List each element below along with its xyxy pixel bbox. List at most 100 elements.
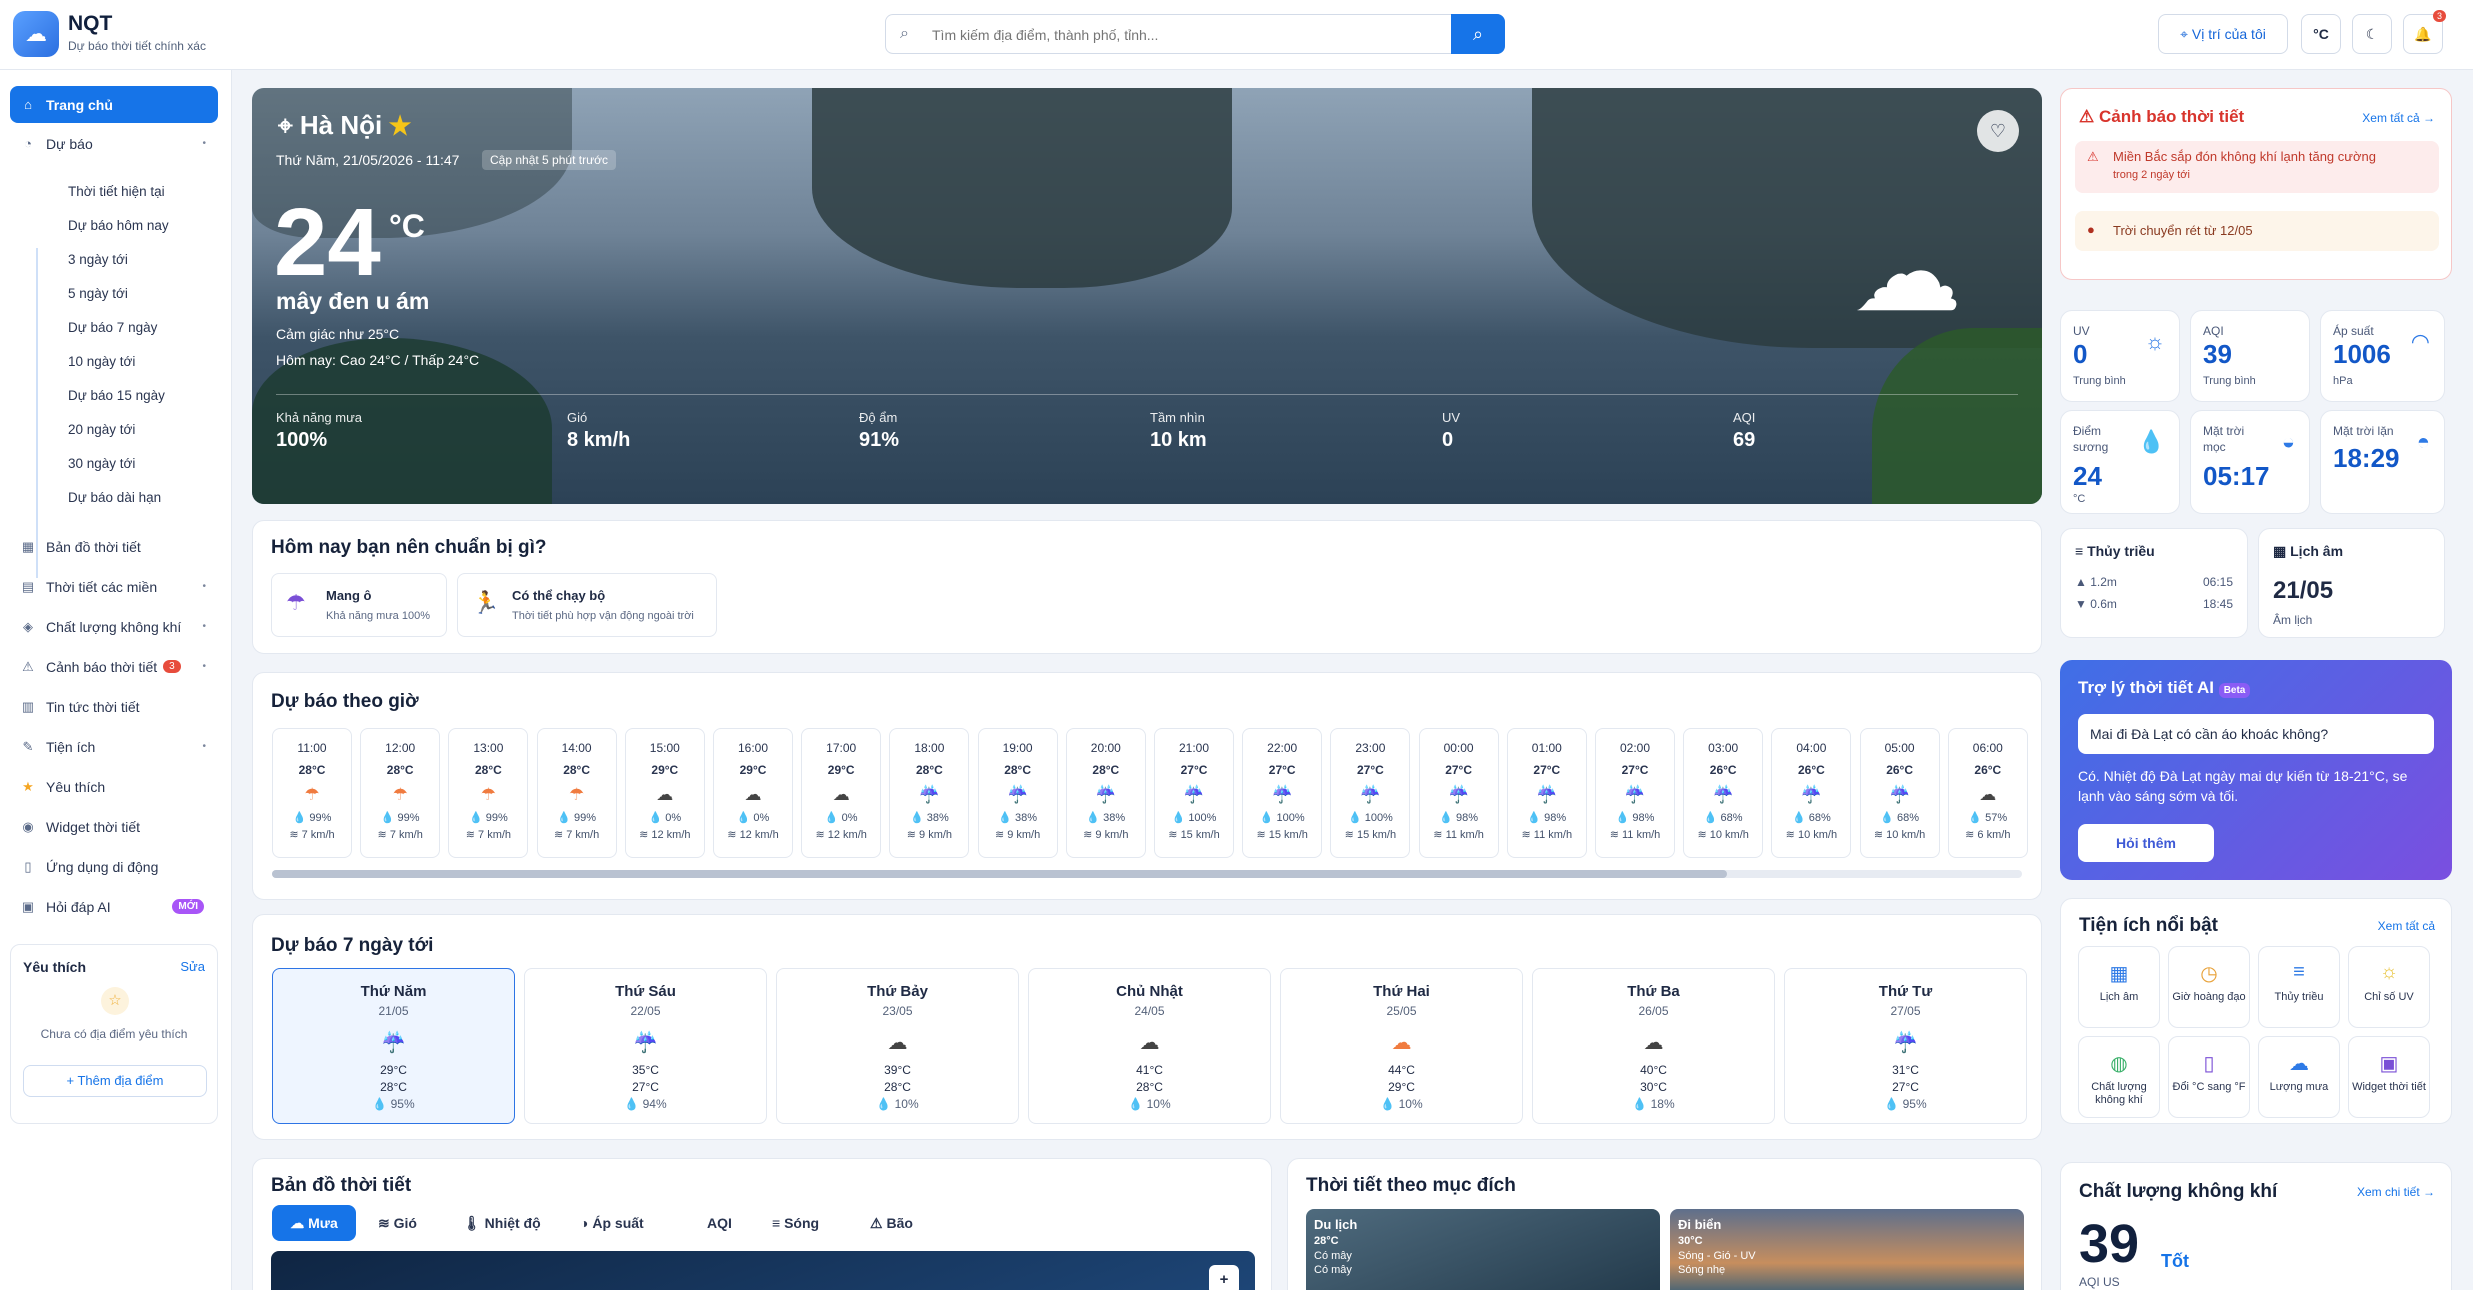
search-input[interactable]: [932, 23, 1412, 47]
hourly-item[interactable]: 17:00 29°C ☁ 💧 0% ≋ 12 km/h: [801, 728, 882, 858]
submenu-item[interactable]: Dự báo hôm nay: [68, 218, 169, 233]
alerts-view-all-link[interactable]: Xem tất cả →: [2362, 111, 2435, 125]
my-location-button[interactable]: ⌖ Vị trí của tôi: [2158, 14, 2288, 54]
tools-view-all-link[interactable]: Xem tất cả: [2378, 919, 2435, 933]
submenu-item[interactable]: 30 ngày tới: [68, 456, 135, 471]
submenu-item[interactable]: 5 ngày tới: [68, 286, 128, 301]
metric-pressure[interactable]: Áp suất 1006 hPa ◠: [2320, 310, 2445, 402]
tool-item[interactable]: ▣ Widget thời tiết: [2348, 1036, 2430, 1118]
ai-question-input[interactable]: Mai đi Đà Lạt có cần áo khoác không?: [2078, 714, 2434, 754]
hourly-item[interactable]: 16:00 29°C ☁ 💧 0% ≋ 12 km/h: [713, 728, 793, 858]
ask-more-button[interactable]: Hỏi thêm: [2078, 824, 2214, 862]
metric-aqi[interactable]: AQI 39 Trung bình: [2190, 310, 2310, 402]
map-tab-waves[interactable]: ≡ Sóng: [772, 1205, 819, 1241]
lunar-card[interactable]: ▦ Lịch âm 21/05 Âm lịch: [2258, 528, 2445, 638]
metric-sunrise[interactable]: Mặt trời mọc 05:17 ◒: [2190, 410, 2310, 514]
submenu-item[interactable]: 3 ngày tới: [68, 252, 128, 267]
hourly-item[interactable]: 05:00 26°C ☔ 💧 68% ≋ 10 km/h: [1859, 728, 1940, 858]
tool-item[interactable]: ≡ Thủy triều: [2258, 946, 2340, 1028]
hourly-item[interactable]: 00:00 27°C ☔ 💧 98% ≋ 11 km/h: [1418, 728, 1499, 858]
hourly-item[interactable]: 06:00 26°C ☁ 💧 57% ≋ 6 km/h: [1947, 728, 2028, 858]
sidebar-item-regions[interactable]: ▤ Thời tiết các miền •: [10, 568, 218, 605]
metric-sunset[interactable]: Mặt trời lặn 18:29 ◓: [2320, 410, 2445, 514]
hourly-item[interactable]: 13:00 28°C ☂ 💧 99% ≋ 7 km/h: [448, 728, 529, 858]
metric-dew-point[interactable]: Điểm sương 24 °C 💧: [2060, 410, 2180, 514]
submenu-item[interactable]: Dự báo 15 ngày: [68, 388, 165, 403]
tool-item[interactable]: ▯ Đổi °C sang °F: [2168, 1036, 2250, 1118]
submenu-item[interactable]: 10 ngày tới: [68, 354, 135, 369]
prep-item-running[interactable]: 🏃 Có thể chạy bộ Thời tiết phù hợp vận đ…: [457, 573, 717, 637]
hourly-item[interactable]: 02:00 27°C ☔ 💧 98% ≋ 11 km/h: [1595, 728, 1675, 858]
hourly-item[interactable]: 20:00 28°C ☔ 💧 38% ≋ 9 km/h: [1065, 728, 1146, 858]
sidebar-item-news[interactable]: ▥ Tin tức thời tiết: [10, 688, 218, 725]
hourly-item[interactable]: 14:00 28°C ☂ 💧 99% ≋ 7 km/h: [536, 728, 617, 858]
sidebar-item-mobile[interactable]: ▯ Ứng dụng di động: [10, 848, 218, 885]
purpose-travel[interactable]: Du lịch 28°C Có mây Có mây: [1306, 1209, 1660, 1290]
hourly-item[interactable]: 12:00 28°C ☂ 💧 99% ≋ 7 km/h: [360, 728, 441, 858]
heart-icon[interactable]: ♡: [1977, 110, 2019, 152]
daily-item[interactable]: Thứ Sáu 22/05 ☔ 35°C 27°C 💧 94%: [524, 968, 767, 1124]
sidebar-item-alerts[interactable]: ⚠ Cảnh báo thời tiết 3 •: [10, 648, 218, 685]
hourly-item[interactable]: 03:00 26°C ☔ 💧 68% ≋ 10 km/h: [1683, 728, 1764, 858]
sidebar-item-map[interactable]: ▦ Bản đồ thời tiết: [10, 528, 218, 565]
tool-item[interactable]: ◍ Chất lượng không khí: [2078, 1036, 2160, 1118]
daily-item[interactable]: Thứ Tư 27/05 ☔ 31°C 27°C 💧 95%: [1784, 968, 2027, 1124]
daily-item[interactable]: Thứ Hai 25/05 ☁ 44°C 29°C 💧 10%: [1280, 968, 1523, 1124]
map-tab-aqi[interactable]: AQI: [707, 1205, 732, 1241]
hourly-item[interactable]: 19:00 28°C ☔ 💧 38% ≋ 9 km/h: [977, 728, 1058, 858]
prep-item-umbrella[interactable]: ☂ Mang ô Khả năng mưa 100%: [271, 573, 447, 637]
purpose-beach[interactable]: Đi biển 30°C Sóng - Gió - UV Sóng nhẹ: [1670, 1209, 2024, 1290]
aq-detail-link[interactable]: Xem chi tiết →: [2357, 1185, 2435, 1199]
map-tab-pressure[interactable]: ◑ Áp suất: [580, 1205, 644, 1241]
sidebar-item-widget[interactable]: ◉ Widget thời tiết: [10, 808, 218, 845]
dark-mode-icon[interactable]: ☾: [2352, 14, 2392, 54]
map-canvas[interactable]: +: [271, 1251, 1255, 1290]
hourly-scrollbar[interactable]: [272, 870, 2022, 878]
hourly-item[interactable]: 15:00 29°C ☁ 💧 0% ≋ 12 km/h: [624, 728, 705, 858]
tide-card[interactable]: ≡ Thủy triều ▲ 1.2m 06:15 ▼ 0.6m 18:45: [2060, 528, 2248, 638]
daily-item[interactable]: Chủ Nhật 24/05 ☁ 41°C 28°C 💧 10%: [1028, 968, 1271, 1124]
hourly-item[interactable]: 11:00 28°C ☂ 💧 99% ≋ 7 km/h: [272, 728, 352, 858]
hourly-item[interactable]: 18:00 28°C ☔ 💧 38% ≋ 9 km/h: [889, 728, 970, 858]
hourly-item[interactable]: 01:00 27°C ☔ 💧 98% ≋ 11 km/h: [1506, 728, 1587, 858]
logo-icon[interactable]: ☁: [13, 11, 59, 57]
map-tab-wind[interactable]: ≋ Gió: [378, 1205, 417, 1241]
submenu-item[interactable]: 20 ngày tới: [68, 422, 135, 437]
tool-item[interactable]: ▦ Lịch âm: [2078, 946, 2160, 1028]
sidebar-item-favorites[interactable]: ★ Yêu thích: [10, 768, 218, 805]
unit-toggle-button[interactable]: °C: [2301, 14, 2341, 54]
star-icon[interactable]: ★: [389, 110, 410, 140]
map-tab-temperature[interactable]: 🌡 Nhiệt độ: [463, 1205, 541, 1241]
search-button[interactable]: ⌕: [1451, 14, 1505, 54]
alert-item[interactable]: ● Trời chuyển rét từ 12/05: [2075, 211, 2439, 251]
daily-item[interactable]: Thứ Bảy 23/05 ☁ 39°C 28°C 💧 10%: [776, 968, 1019, 1124]
submenu-item[interactable]: Dự báo 7 ngày: [68, 320, 157, 335]
daily-item[interactable]: Thứ Năm 21/05 ☔ 29°C 28°C 💧 95%: [272, 968, 515, 1124]
zoom-in-button[interactable]: +: [1209, 1265, 1239, 1290]
tool-item[interactable]: ☁ Lượng mưa: [2258, 1036, 2340, 1118]
submenu-item[interactable]: Thời tiết hiện tại: [68, 184, 165, 199]
daily-item[interactable]: Thứ Ba 26/05 ☁ 40°C 30°C 💧 18%: [1532, 968, 1775, 1124]
sidebar-item-tools[interactable]: ✎ Tiện ích •: [10, 728, 218, 765]
sidebar-item-ai[interactable]: ▣ Hỏi đáp AI MỚI: [10, 888, 218, 925]
hourly-item[interactable]: 22:00 27°C ☔ 💧 100% ≋ 15 km/h: [1242, 728, 1323, 858]
sidebar-item-forecast[interactable]: ◔ Dự báo •: [10, 125, 218, 162]
alert-item[interactable]: ⚠ Miền Bắc sắp đón không khí lạnh tăng c…: [2075, 141, 2439, 193]
brand-name[interactable]: NQT: [68, 12, 112, 36]
tool-item[interactable]: ☼ Chỉ số UV: [2348, 946, 2430, 1028]
sidebar-item-home[interactable]: ⌂ Trang chủ: [10, 86, 218, 123]
hour-temp: 28°C: [1004, 763, 1031, 777]
favorites-edit-link[interactable]: Sửa: [180, 959, 205, 974]
metric-uv[interactable]: UV 0 Trung bình ☼: [2060, 310, 2180, 402]
scrollbar-thumb[interactable]: [272, 870, 1727, 878]
hourly-item[interactable]: 04:00 26°C ☔ 💧 68% ≋ 10 km/h: [1771, 728, 1852, 858]
hourly-item[interactable]: 21:00 27°C ☔ 💧 100% ≋ 15 km/h: [1154, 728, 1234, 858]
tool-item[interactable]: ◷ Giờ hoàng đạo: [2168, 946, 2250, 1028]
add-location-button[interactable]: + Thêm địa điểm: [23, 1065, 207, 1097]
sidebar-item-air[interactable]: ◈ Chất lượng không khí •: [10, 608, 218, 645]
notification-bell-icon[interactable]: 🔔 3: [2403, 10, 2446, 54]
submenu-item[interactable]: Dự báo dài hạn: [68, 490, 161, 505]
map-tab-rain[interactable]: ☁ Mưa: [272, 1205, 356, 1241]
map-tab-storm[interactable]: ⚠ Bão: [870, 1205, 913, 1241]
hourly-item[interactable]: 23:00 27°C ☔ 💧 100% ≋ 15 km/h: [1330, 728, 1411, 858]
